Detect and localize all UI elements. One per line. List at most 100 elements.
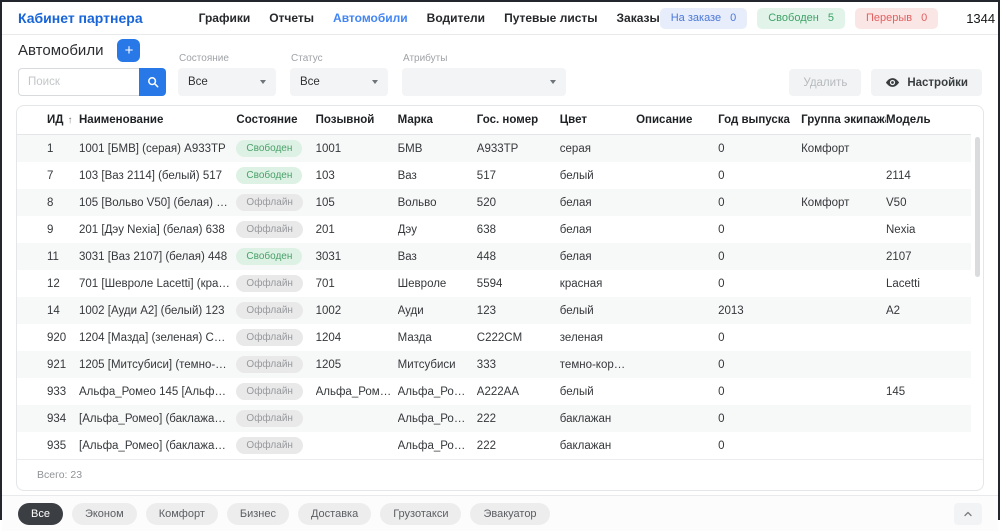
cell-crew_group: Комфорт [801,135,886,163]
cell-year: 0 [718,216,801,243]
table-row[interactable]: 8105 [Вольво V50] (белая) 520Оффлайн105В… [17,189,971,216]
nav-item-reports[interactable]: Отчеты [269,11,314,25]
vertical-scrollbar[interactable] [975,137,980,277]
column-header-description[interactable]: Описание [636,106,718,135]
cell-text: 105 [Вольво V50] (белая) 520 [79,197,235,209]
brand[interactable]: Кабинет партнера [18,10,143,26]
settings-button[interactable]: Настройки [871,69,982,96]
table-row[interactable]: 7103 [Ваз 2114] (белый) 517Свободен103Ва… [17,162,971,189]
cell-year: 0 [718,243,801,270]
nav-item-vehicles[interactable]: Автомобили [333,11,408,25]
column-header-id[interactable]: ИД↑ [17,106,79,135]
cell-model [886,324,971,351]
cell-text: Альфа_Ромео 145 [Альфа_Ромео 145] (... [79,386,236,398]
cell-model [886,432,971,459]
filter-status: Статус Все [290,53,388,96]
cell-brand: Шевроле [398,270,477,297]
vehicles-table-card: ИД↑НаименованиеСостояниеПозывной МаркаГос… [16,105,984,491]
nav-item-drivers[interactable]: Водители [427,11,485,25]
cell-model [886,351,971,378]
nav-item-waybills[interactable]: Путевые листы [504,11,597,25]
cell-state: Оффлайн [236,270,315,297]
cell-description [636,432,718,459]
add-vehicle-button[interactable]: + [117,39,140,62]
main-nav: Графики Отчеты Автомобили Водители Путевые л… [199,11,660,25]
filter-label: Статус [291,53,388,64]
table-row[interactable]: 12701 [Шевроле Lacetti] (красная) 5594Оф… [17,270,971,297]
cell-text: 5594 [477,278,503,290]
crew-chip-business[interactable]: Бизнес [227,503,289,525]
cell-color: белый [560,297,636,324]
cell-model [886,135,971,163]
cell-text: 0 [718,251,724,263]
cell-year: 0 [718,189,801,216]
cell-text: 3031 [316,251,342,263]
cell-text: 934 [47,413,66,425]
cell-callsign: 103 [316,162,398,189]
cell-model: A2 [886,297,971,324]
filter-select-status[interactable]: Все [290,68,388,96]
cell-state: Оффлайн [236,216,315,243]
table-row[interactable]: 11001 [БМВ] (серая) A933TPСвободен1001БМ… [17,135,971,163]
search-input[interactable] [18,68,139,96]
cell-text: 8 [47,197,53,209]
cell-text: зеленая [560,332,603,344]
crew-chip-tow[interactable]: Эвакуатор [470,503,549,525]
cell-text: A933TP [477,143,519,155]
filter-select-attributes[interactable] [402,68,566,96]
search-button[interactable] [139,68,166,96]
cell-text: Альфа_Ромео [398,413,475,425]
cell-crew_group [801,351,886,378]
table-row[interactable]: 141002 [Ауди A2] (белый) 123Оффлайн1002А… [17,297,971,324]
table-row[interactable]: 9201204 [Мазда] (зеленая) C222CMОффлайн1… [17,324,971,351]
cell-color: белый [560,162,636,189]
crew-chip-comfort[interactable]: Комфорт [146,503,218,525]
state-badge: Оффлайн [236,194,303,211]
total-count: Всего: 23 [17,459,983,490]
cell-text: C222CM [477,332,522,344]
filter-select-state[interactable]: Все [178,68,276,96]
crew-group-bar: Все Эконом Комфорт Бизнес Доставка Грузотакси… [2,495,998,531]
nav-item-charts[interactable]: Графики [199,11,251,25]
cell-crew_group [801,162,886,189]
column-header-crew_group[interactable]: Группа экипажа [801,106,886,135]
crew-chip-all[interactable]: Все [18,503,63,525]
table-row[interactable]: 9201 [Дэу Nexia] (белая) 638Оффлайн201Дэ… [17,216,971,243]
column-header-state[interactable]: Состояние [236,106,315,135]
cell-color: белый [560,378,636,405]
state-badge: Оффлайн [236,221,303,238]
nav-item-orders[interactable]: Заказы [617,11,660,25]
column-header-label: Позывной [316,114,375,126]
collapse-button[interactable] [954,503,982,525]
table-row[interactable]: 113031 [Ваз 2107] (белая) 448Свободен303… [17,243,971,270]
cell-id: 933 [17,378,79,405]
cell-text: 448 [477,251,496,263]
column-header-color[interactable]: Цвет [560,106,636,135]
table-row[interactable]: 933Альфа_Ромео 145 [Альфа_Ромео 145] (..… [17,378,971,405]
cell-year: 0 [718,135,801,163]
column-header-name[interactable]: Наименование [79,106,236,135]
crew-chip-delivery[interactable]: Доставка [298,503,371,525]
cell-name: 1205 [Митсубиси] (темно-коричневый) ... [79,351,236,378]
table-row[interactable]: 935[Альфа_Ромео] (баклажан) 222ОффлайнАл… [17,432,971,459]
column-header-year[interactable]: Год выпуска [718,106,801,135]
cell-callsign: 3031 [316,243,398,270]
crew-chip-econom[interactable]: Эконом [72,503,137,525]
cell-callsign: 105 [316,189,398,216]
cell-name: 1001 [БМВ] (серая) A933TP [79,135,236,163]
table-row[interactable]: 9211205 [Митсубиси] (темно-коричневый) .… [17,351,971,378]
column-header-plate[interactable]: Гос. номер [477,106,560,135]
cell-text: V50 [886,197,906,209]
delete-button[interactable]: Удалить [789,69,861,96]
cell-text: [Альфа_Ромео] (баклажан) 222 [79,413,236,425]
table-row[interactable]: 934[Альфа_Ромео] (баклажан) 222ОффлайнАл… [17,405,971,432]
column-header-model[interactable]: Модель [886,106,971,135]
cell-text: 3031 [Ваз 2107] (белая) 448 [79,251,227,263]
column-header-brand[interactable]: Марка [398,106,477,135]
filter-label: Атрибуты [403,53,566,64]
column-header-callsign[interactable]: Позывной [316,106,398,135]
cell-brand: Ваз [398,162,477,189]
cell-brand: БМВ [398,135,477,163]
search [18,68,166,96]
crew-chip-cargo[interactable]: Грузотакси [380,503,461,525]
